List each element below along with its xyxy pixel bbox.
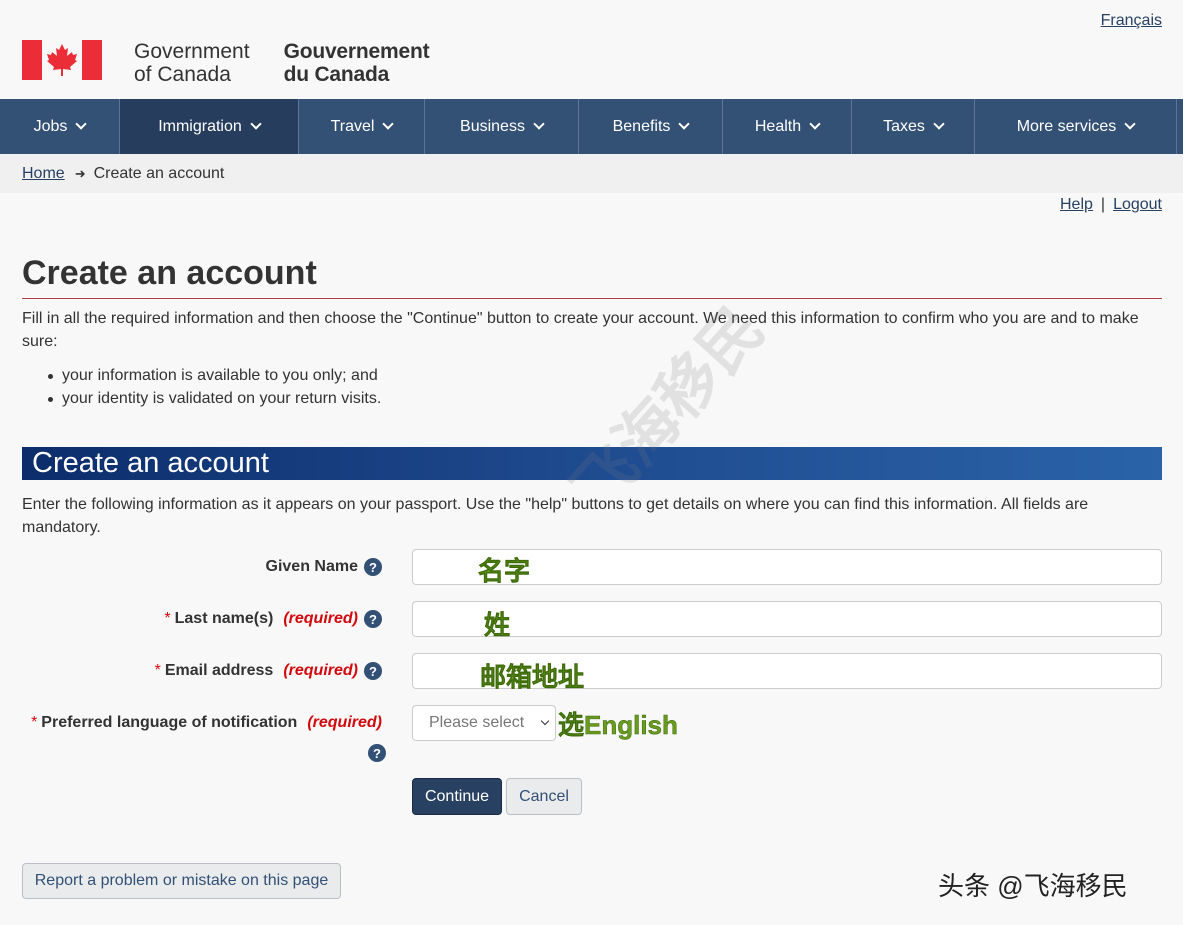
continue-button[interactable]: Continue [412, 778, 502, 815]
utility-separator: | [1100, 196, 1106, 213]
help-icon[interactable]: ? [368, 744, 386, 762]
menu-label: Jobs [33, 117, 68, 135]
chevron-down-icon [382, 118, 395, 130]
logout-link[interactable]: Logout [1113, 196, 1162, 213]
brand-fr-line2: du Canada [283, 63, 390, 86]
label-text: Email address [164, 662, 274, 679]
breadcrumb-home-link[interactable]: Home [22, 165, 65, 183]
intro-bullets: your information is available to you onl… [47, 364, 381, 410]
breadcrumb-current: Create an account [93, 165, 225, 182]
chevron-down-icon [540, 716, 550, 726]
help-icon[interactable]: ? [364, 662, 382, 680]
menu-item-immigration[interactable]: Immigration [120, 99, 299, 154]
language-annotation: 选English [558, 710, 678, 741]
last-name-annotation: 姓 [484, 610, 511, 641]
main-menu: Jobs Immigration Travel Business Benefit… [0, 99, 1183, 154]
menu-item-business[interactable]: Business [425, 99, 579, 154]
given-name-row: Given Name ? 名字 [22, 549, 1162, 587]
chevron-down-icon [75, 118, 88, 130]
menu-label: Benefits [612, 117, 671, 135]
government-brand[interactable]: Government of Canada Gouvernement du Can… [22, 40, 430, 86]
menu-label: Taxes [883, 117, 925, 135]
email-label: * Email address (required) ? [155, 662, 382, 680]
chevron-down-icon [933, 118, 945, 130]
menu-item-benefits[interactable]: Benefits [579, 99, 723, 154]
menu-label: Immigration [158, 117, 242, 135]
brand-en-line2: of Canada [134, 63, 231, 86]
brand-fr-line1: Gouvernement [283, 40, 430, 63]
menu-item-travel[interactable]: Travel [299, 99, 425, 154]
breadcrumb: Home ➜ Create an account [22, 165, 224, 183]
required-text: (required) [283, 662, 358, 679]
required-marker: * [164, 610, 171, 627]
cancel-button[interactable]: Cancel [506, 778, 582, 815]
menu-label: Travel [330, 117, 375, 135]
menu-item-taxes[interactable]: Taxes [852, 99, 975, 154]
last-name-input[interactable] [412, 601, 1162, 637]
language-label: * Preferred language of notification (re… [31, 714, 382, 732]
panel-instructions: Enter the following information as it ap… [22, 496, 1089, 536]
required-marker: * [31, 714, 38, 731]
list-item: your identity is validated on your retur… [47, 387, 381, 410]
list-item: your information is available to you onl… [47, 364, 381, 387]
canada-flag-icon [22, 40, 102, 80]
breadcrumb-arrow-icon: ➜ [74, 166, 86, 181]
help-icon[interactable]: ? [364, 610, 382, 628]
report-problem-button[interactable]: Report a problem or mistake on this page [22, 863, 341, 899]
chevron-down-icon [250, 118, 262, 130]
intro-text: Fill in all the required information and… [22, 310, 1139, 350]
utility-links: Help | Logout [1060, 196, 1162, 214]
title-divider [22, 298, 1162, 299]
chevron-down-icon [1124, 118, 1136, 130]
given-name-label: Given Name ? [266, 558, 382, 576]
help-icon[interactable]: ? [364, 558, 382, 576]
chevron-down-icon [533, 118, 545, 130]
language-toggle-link[interactable]: Français [1101, 12, 1162, 30]
required-text: (required) [283, 610, 358, 627]
label-text: Last name(s) [174, 610, 274, 627]
given-name-annotation: 名字 [478, 556, 531, 587]
email-row: * Email address (required) ? 邮箱地址 [22, 653, 1162, 692]
brand-french: Gouvernement du Canada [284, 40, 430, 86]
label-text: Given Name [265, 558, 358, 575]
email-annotation: 邮箱地址 [480, 662, 585, 693]
menu-label: Health [754, 117, 802, 135]
panel-heading: Create an account [22, 447, 1162, 480]
help-link[interactable]: Help [1060, 196, 1093, 213]
brand-en-line1: Government [134, 40, 250, 63]
chevron-down-icon [678, 118, 691, 130]
required-text: (required) [307, 714, 382, 731]
select-value: Please select [429, 714, 525, 731]
label-text: Preferred language of notification [41, 714, 298, 731]
page-title: Create an account [22, 254, 317, 292]
language-select[interactable]: Please select [412, 705, 556, 741]
menu-item-more-services[interactable]: More services [975, 99, 1177, 154]
chevron-down-icon [809, 118, 821, 130]
last-name-label: * Last name(s) (required) ? [164, 610, 382, 628]
last-name-row: * Last name(s) (required) ? 姓 [22, 601, 1162, 640]
menu-label: Business [460, 117, 525, 135]
menu-item-jobs[interactable]: Jobs [0, 99, 120, 154]
language-row: * Preferred language of notification (re… [22, 705, 1162, 765]
menu-item-health[interactable]: Health [723, 99, 852, 154]
menu-label: More services [1016, 117, 1117, 135]
brand-english: Government of Canada [134, 40, 250, 86]
required-marker: * [154, 662, 161, 679]
corner-watermark: 头条 @飞海移民 [938, 871, 1128, 901]
